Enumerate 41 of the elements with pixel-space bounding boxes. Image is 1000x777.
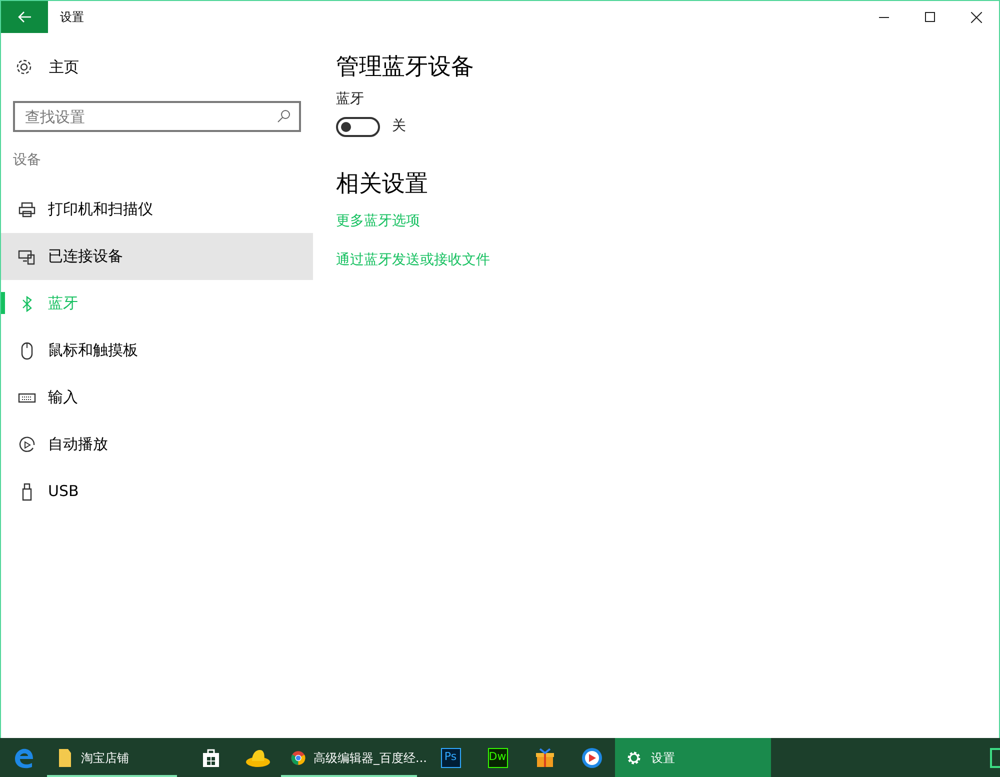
nav-item[interactable]: 输入 xyxy=(1,374,313,421)
page-heading: 管理蓝牙设备 xyxy=(336,53,474,82)
gift-box-icon xyxy=(534,746,556,768)
close-icon xyxy=(970,12,982,22)
hat-icon xyxy=(244,748,270,768)
play-circle-icon xyxy=(580,746,602,768)
selection-indicator xyxy=(1,292,5,314)
maximize-icon xyxy=(925,12,935,22)
search-icon xyxy=(277,109,291,123)
taskbar-button[interactable]: 高级编辑器_百度经... xyxy=(281,738,427,777)
edge-browser-icon xyxy=(12,746,34,768)
nav-item[interactable]: 自动播放 xyxy=(1,421,313,468)
printer-icon xyxy=(18,202,36,218)
keyboard-icon xyxy=(18,392,36,404)
taskbar-button[interactable]: Ps xyxy=(427,738,474,777)
bluetooth-toggle[interactable] xyxy=(336,116,380,136)
nav-item[interactable]: 鼠标和触摸板 xyxy=(1,327,313,374)
folder-icon xyxy=(57,748,73,768)
play-circle-icon xyxy=(18,436,36,454)
taskbar-button[interactable]: 设置 xyxy=(615,738,771,777)
web-editor-icon: Dw xyxy=(488,748,508,768)
home-link[interactable]: 主页 xyxy=(1,33,313,101)
section-heading: 设备 xyxy=(13,151,42,170)
usb-drive-icon xyxy=(22,482,32,500)
toggle-label: 蓝牙 xyxy=(336,90,364,109)
settings-icon xyxy=(15,58,33,76)
back-arrow-icon xyxy=(18,11,32,23)
nav-item[interactable]: 打印机和扫描仪 xyxy=(1,186,313,233)
search-field[interactable]: 查找设置 xyxy=(13,101,301,132)
toggle-state: 关 xyxy=(392,117,406,136)
devices-icon xyxy=(18,248,36,264)
bluetooth-icon xyxy=(22,296,32,312)
image-editor-icon: Ps xyxy=(440,748,460,768)
nav-item[interactable]: 已连接设备 xyxy=(1,233,313,280)
nav-item[interactable]: USB xyxy=(1,468,313,515)
taskbar-button[interactable]: Dw xyxy=(474,738,521,777)
taskbar-button[interactable]: 淘宝店铺 xyxy=(47,738,187,777)
mouse-icon xyxy=(21,342,33,360)
window-title: 设置 xyxy=(60,9,84,26)
show-desktop-button[interactable] xyxy=(990,748,1000,768)
section-heading: 相关设置 xyxy=(336,170,428,199)
